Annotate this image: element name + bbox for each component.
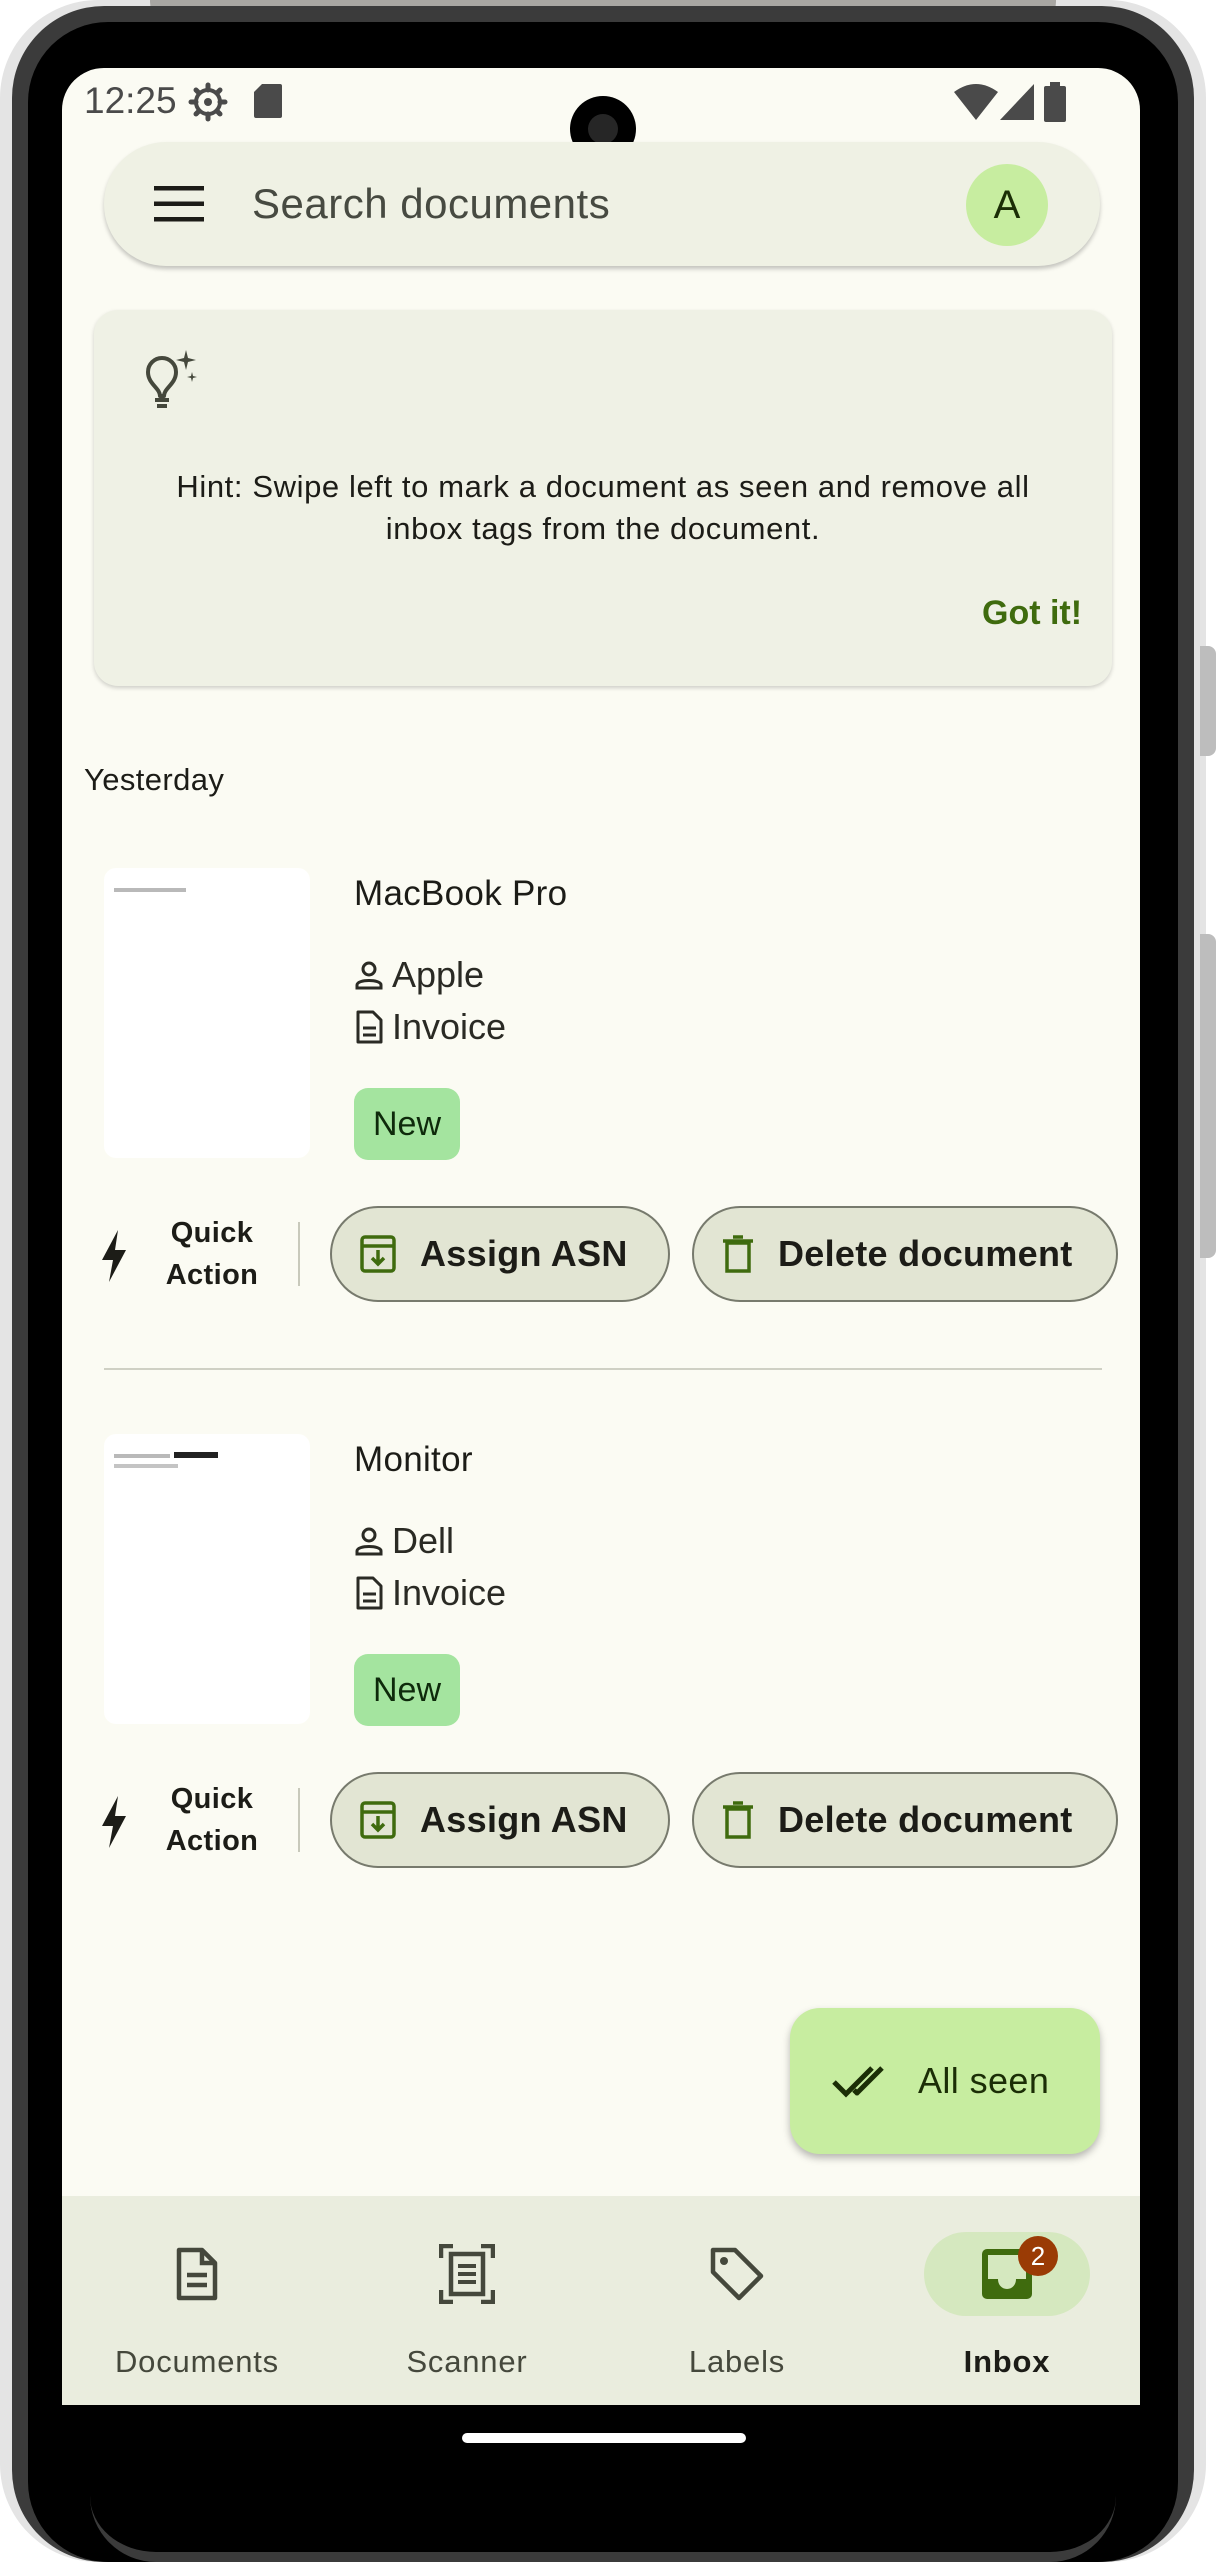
person-icon: [355, 961, 383, 990]
document-title[interactable]: MacBook Pro: [354, 874, 567, 914]
archive-icon: [360, 1801, 396, 1839]
settings-gear-icon: [188, 82, 228, 122]
document-type-row[interactable]: Invoice: [354, 1572, 506, 1614]
assign-asn-label: Assign ASN: [420, 1233, 628, 1274]
hint-card: Hint: Swipe left to mark a document as s…: [94, 310, 1112, 686]
nav-icon-container: [384, 2232, 550, 2316]
quick-action-label-line1: Quick: [170, 1217, 254, 1249]
nav-label-scanner: Scanner: [406, 2344, 528, 2379]
lightbulb-icon: [146, 350, 197, 408]
app-screen: 12:25 Search documents A Hint: Swipe lef…: [62, 68, 1140, 2405]
inbox-badge: 2: [1018, 2236, 1058, 2276]
thumbnail-text-line: [114, 888, 186, 892]
quick-action-label-line2: Action: [165, 1259, 259, 1291]
thumbnail-text-line: [114, 1464, 178, 1468]
correspondent-row[interactable]: Dell: [354, 1520, 454, 1562]
trash-icon: [723, 1801, 753, 1839]
all-seen-label: All seen: [918, 2060, 1050, 2101]
nav-item-labels[interactable]: Labels: [637, 2196, 837, 2405]
delete-document-button[interactable]: Delete document: [692, 1772, 1118, 1868]
correspondent-row[interactable]: Apple: [354, 954, 484, 996]
avatar-letter: A: [993, 182, 1021, 227]
battery-icon: [1044, 82, 1066, 122]
document-divider: [104, 1368, 1102, 1370]
document-icon: [176, 2247, 218, 2301]
nav-label-inbox: Inbox: [963, 2344, 1051, 2379]
got-it-button[interactable]: Got it!: [982, 594, 1082, 633]
quick-action-separator: [298, 1222, 300, 1286]
all-seen-fab[interactable]: All seen: [790, 2008, 1100, 2154]
nav-label-documents: Documents: [115, 2344, 279, 2379]
document-type-icon: [356, 1010, 383, 1044]
tag-new[interactable]: New: [354, 1088, 460, 1160]
delete-document-label: Delete document: [778, 1799, 1073, 1840]
bolt-icon: [102, 1796, 126, 1848]
document-type-icon: [356, 1576, 383, 1610]
quick-action-label: Quick Action: [152, 1212, 272, 1296]
quick-action-separator: [298, 1788, 300, 1852]
quick-action-label: Quick Action: [152, 1778, 272, 1862]
document-type-row[interactable]: Invoice: [354, 1006, 506, 1048]
quick-action-label-line2: Action: [165, 1825, 259, 1857]
home-indicator[interactable]: [462, 2433, 746, 2443]
search-input[interactable]: Search documents: [252, 180, 610, 228]
status-time: 12:25: [84, 80, 177, 121]
document-type-name: Invoice: [392, 1572, 507, 1613]
device-side-button: [1200, 646, 1216, 756]
bolt-icon: [102, 1230, 126, 1282]
sd-card-icon: [254, 84, 282, 118]
done-all-icon: [832, 2066, 884, 2098]
document-thumbnail[interactable]: [104, 1434, 310, 1724]
device-side-button: [1200, 934, 1216, 1258]
search-bar[interactable]: Search documents A: [104, 142, 1100, 266]
trash-icon: [723, 1235, 753, 1273]
quick-action-label-line1: Quick: [170, 1783, 254, 1815]
document-thumbnail[interactable]: [104, 868, 310, 1158]
hint-text: Hint: Swipe left to mark a document as s…: [176, 469, 1030, 546]
assign-asn-label: Assign ASN: [420, 1799, 628, 1840]
thumbnail-text-line: [174, 1452, 218, 1458]
correspondent-name: Dell: [392, 1520, 455, 1561]
person-icon: [355, 1527, 383, 1556]
nav-label-labels: Labels: [688, 2344, 786, 2379]
nav-item-documents[interactable]: Documents: [97, 2196, 297, 2405]
nav-item-inbox[interactable]: 2 Inbox: [907, 2196, 1107, 2405]
nav-icon-container-selected: 2: [924, 2232, 1090, 2316]
cellular-signal-icon: [1000, 84, 1034, 120]
bottom-navigation: Documents Scanner Labels 2 Inbox: [62, 2196, 1140, 2405]
nav-icon-container: [654, 2232, 820, 2316]
wifi-icon: [954, 84, 998, 120]
assign-asn-button[interactable]: Assign ASN: [330, 1772, 670, 1868]
archive-icon: [360, 1235, 396, 1273]
delete-document-button[interactable]: Delete document: [692, 1206, 1118, 1302]
label-icon: [710, 2247, 764, 2301]
device-chin: [90, 2470, 1116, 2562]
section-date-label: Yesterday: [84, 762, 225, 797]
nav-icon-container: [114, 2232, 280, 2316]
thumbnail-text-line: [114, 1454, 170, 1458]
delete-document-label: Delete document: [778, 1233, 1073, 1274]
assign-asn-button[interactable]: Assign ASN: [330, 1206, 670, 1302]
correspondent-name: Apple: [392, 954, 485, 995]
tag-new[interactable]: New: [354, 1654, 460, 1726]
menu-icon[interactable]: [154, 186, 204, 222]
nav-item-scanner[interactable]: Scanner: [367, 2196, 567, 2405]
document-type-name: Invoice: [392, 1006, 507, 1047]
scanner-icon: [439, 2244, 495, 2304]
document-title[interactable]: Monitor: [354, 1440, 473, 1480]
avatar[interactable]: A: [966, 164, 1048, 246]
